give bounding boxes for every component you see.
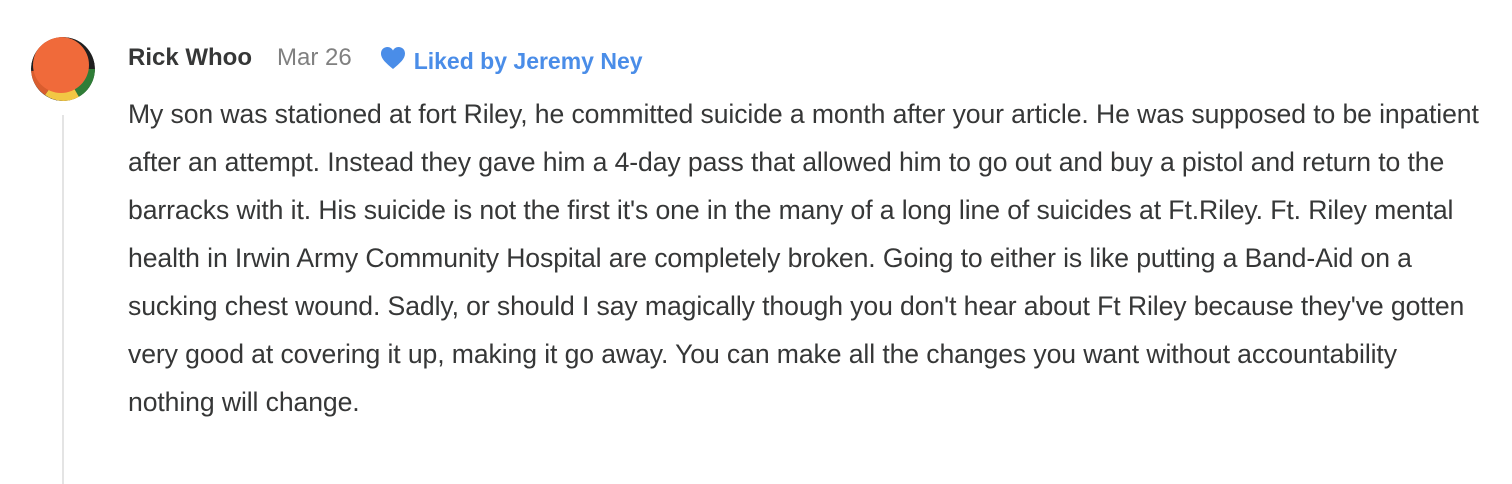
comment-body: My son was stationed at fort Riley, he c… bbox=[128, 99, 1479, 417]
avatar-image bbox=[31, 37, 95, 101]
avatar[interactable] bbox=[31, 37, 95, 101]
thread-line bbox=[62, 115, 64, 484]
comment-date[interactable]: Mar 26 bbox=[277, 44, 352, 72]
liked-by: Liked by Jeremy Ney bbox=[380, 47, 643, 75]
comment-meta: Rick Whoo Mar 26 Liked by Jeremy Ney bbox=[128, 38, 643, 78]
heart-icon bbox=[380, 47, 405, 69]
liked-by-text: Liked by Jeremy Ney bbox=[413, 47, 643, 74]
author-name[interactable]: Rick Whoo bbox=[128, 44, 252, 72]
comment: Rick Whoo Mar 26 Liked by Jeremy Ney My … bbox=[0, 0, 1512, 484]
